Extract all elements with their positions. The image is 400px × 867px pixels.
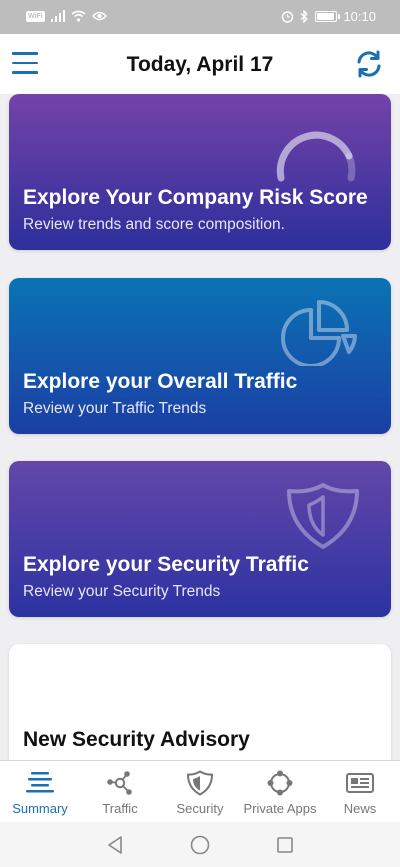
status-bar: WiFi 10:10: [0, 0, 400, 34]
battery-icon: [315, 11, 341, 22]
wifi-label: WiFi: [26, 10, 45, 22]
signal-icon: [50, 10, 65, 22]
gauge-icon: [276, 131, 356, 182]
card-title: Explore your Overall Traffic: [23, 370, 298, 393]
nodes-icon: [267, 770, 293, 796]
advisory-title: New Security Advisory: [23, 728, 250, 751]
card-subtitle: Review your Traffic Trends: [23, 400, 207, 417]
recents-icon[interactable]: [274, 834, 296, 856]
nav-traffic[interactable]: Traffic: [80, 761, 160, 822]
shield-icon: [187, 770, 213, 796]
nav-private-apps[interactable]: Private Apps: [240, 761, 320, 822]
page-title: Today, April 17: [126, 53, 274, 76]
status-left: WiFi: [26, 10, 107, 22]
back-icon[interactable]: [104, 834, 126, 856]
security-advisory-card[interactable]: New Security Advisory: [9, 644, 391, 760]
nav-security[interactable]: Security: [160, 761, 240, 822]
pie-chart-icon: [281, 300, 357, 366]
status-right: 10:10: [281, 9, 376, 24]
bluetooth-icon: [301, 10, 309, 23]
risk-score-card[interactable]: Explore Your Company Risk Score Review t…: [9, 94, 391, 250]
refresh-icon[interactable]: [354, 49, 384, 79]
nav-label: Traffic: [102, 801, 138, 816]
status-time: 10:10: [343, 9, 376, 24]
wifi-icon: [71, 10, 86, 22]
summary-feed[interactable]: Explore Your Company Risk Score Review t…: [0, 94, 400, 760]
card-subtitle: Review your Security Trends: [23, 583, 221, 600]
nav-label: News: [343, 801, 377, 816]
network-icon: [107, 771, 132, 795]
overall-traffic-card[interactable]: Explore your Overall Traffic Review your…: [9, 278, 391, 434]
summary-icon: [26, 772, 54, 793]
security-traffic-card[interactable]: Explore your Security Traffic Review you…: [9, 461, 391, 617]
system-navigation-bar: [0, 822, 400, 867]
alarm-icon: [282, 11, 294, 23]
newspaper-icon: [346, 773, 374, 793]
shield-icon: [287, 483, 359, 549]
app-bar: Today, April 17: [0, 34, 400, 94]
card-title: Explore your Security Traffic: [23, 553, 309, 576]
nav-label: Summary: [12, 801, 68, 816]
eye-icon: [91, 11, 107, 21]
card-subtitle: Review trends and score composition.: [23, 216, 285, 233]
nav-label: Security: [176, 801, 224, 816]
nav-summary[interactable]: Summary: [0, 761, 80, 822]
nav-news[interactable]: News: [320, 761, 400, 822]
card-title: Explore Your Company Risk Score: [23, 186, 368, 209]
bottom-navigation: Summary Traffic Security Private Apps Ne…: [0, 760, 400, 822]
home-icon[interactable]: [189, 834, 211, 856]
nav-label: Private Apps: [243, 801, 317, 816]
